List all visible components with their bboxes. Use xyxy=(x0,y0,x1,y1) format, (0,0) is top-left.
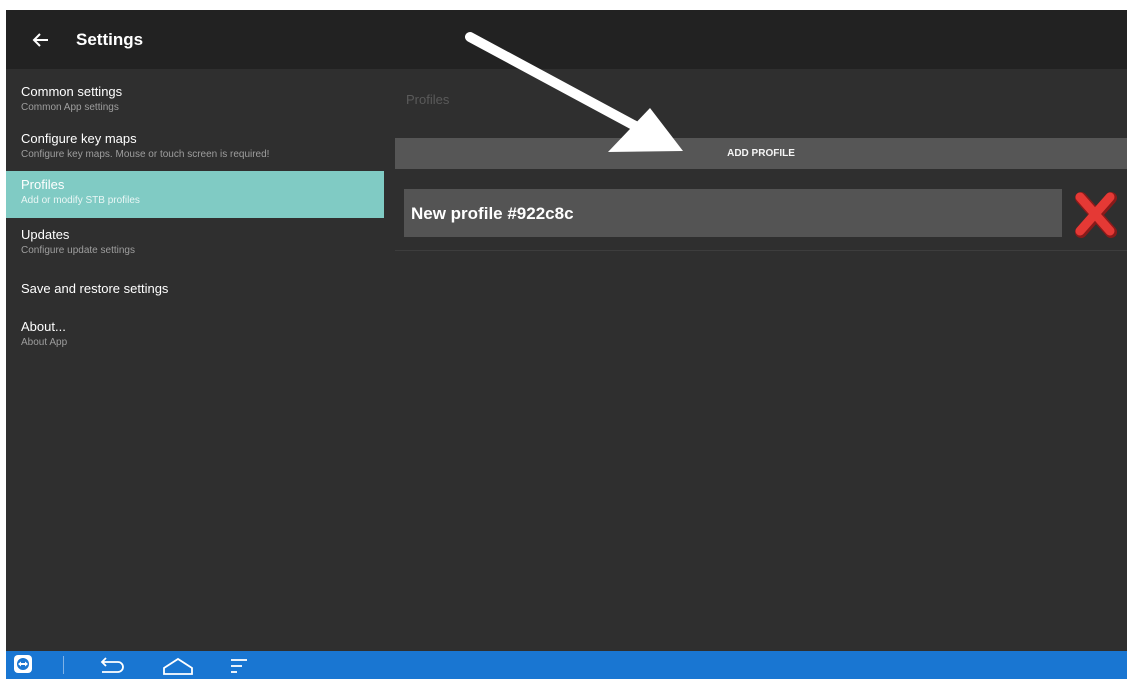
system-nav-bar xyxy=(6,651,1127,679)
recent-apps-icon xyxy=(231,659,247,673)
home-icon xyxy=(163,657,193,675)
profile-name: New profile #922c8c xyxy=(411,204,574,223)
arrow-left-icon xyxy=(32,33,48,47)
sidebar-item-key-maps[interactable]: Configure key maps Configure key maps. M… xyxy=(6,131,384,171)
back-button[interactable] xyxy=(28,27,54,53)
delete-profile-button[interactable] xyxy=(1069,190,1121,240)
back-icon xyxy=(100,657,124,673)
sidebar-item-title: Configure key maps xyxy=(21,131,137,146)
home-nav-button[interactable] xyxy=(160,653,196,679)
back-nav-button[interactable] xyxy=(94,653,128,679)
recent-apps-nav-button[interactable] xyxy=(228,653,250,679)
sidebar-item-common-settings[interactable]: Common settings Common App settings xyxy=(6,84,384,124)
teamviewer-icon xyxy=(14,655,32,673)
sidebar-item-save-restore[interactable]: Save and restore settings xyxy=(6,279,384,309)
sidebar-item-title: Common settings xyxy=(21,84,123,99)
sidebar-item-title: Updates xyxy=(21,227,70,242)
sidebar-item-profiles[interactable]: Profiles Add or modify STB profiles xyxy=(6,171,384,218)
sidebar-item-subtitle: Configure update settings xyxy=(21,245,135,256)
sidebar-item-subtitle: Common App settings xyxy=(21,102,119,113)
page-title: Settings xyxy=(76,30,144,49)
profile-item[interactable]: New profile #922c8c xyxy=(404,189,1062,237)
sidebar-item-subtitle: About App xyxy=(21,337,68,348)
sidebar-item-updates[interactable]: Updates Configure update settings xyxy=(6,225,384,265)
nav-divider xyxy=(63,656,64,674)
app-bar: Settings xyxy=(6,10,1127,69)
sidebar-item-subtitle: Configure key maps. Mouse or touch scree… xyxy=(21,149,270,160)
profiles-panel: Profiles ADD PROFILE New profile #922c8c xyxy=(392,69,1127,651)
sidebar-item-about[interactable]: About... About App xyxy=(6,319,384,359)
sidebar-item-title: Profiles xyxy=(21,177,65,192)
add-profile-button[interactable]: ADD PROFILE xyxy=(395,138,1127,169)
section-title: Profiles xyxy=(406,92,450,107)
add-profile-label: ADD PROFILE xyxy=(727,148,795,159)
settings-screen: Settings Common settings Common App sett… xyxy=(6,10,1127,679)
sidebar-item-title: Save and restore settings xyxy=(21,281,169,296)
sidebar-item-subtitle: Add or modify STB profiles xyxy=(21,195,140,206)
red-x-delete-icon xyxy=(1075,192,1117,238)
sidebar-item-title: About... xyxy=(21,319,66,334)
teamviewer-button[interactable] xyxy=(12,653,34,679)
settings-sidebar: Common settings Common App settings Conf… xyxy=(6,69,384,651)
profile-divider xyxy=(395,250,1127,251)
